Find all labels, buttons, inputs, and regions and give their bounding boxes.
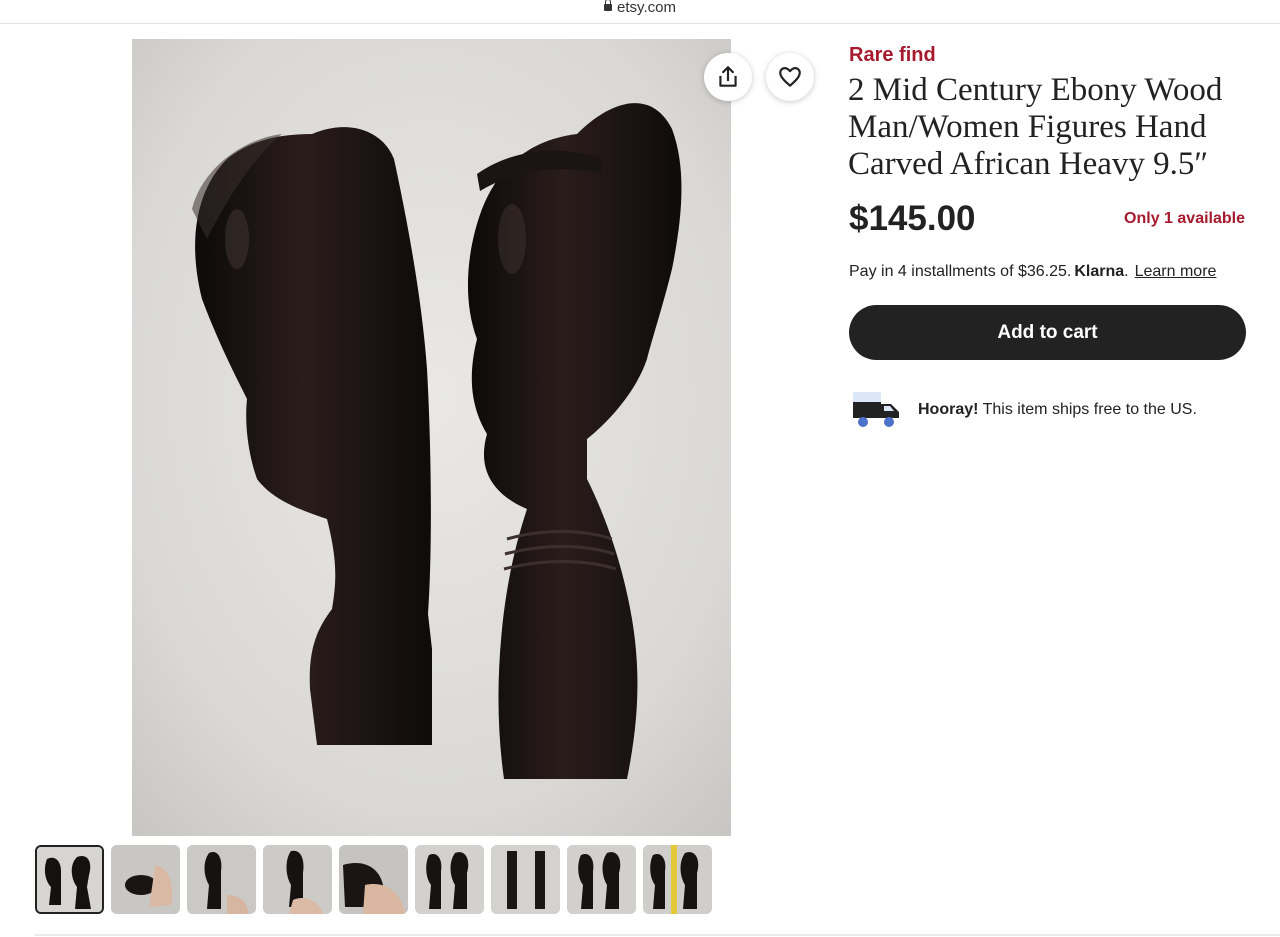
share-button[interactable] (704, 53, 752, 101)
browser-url-bar[interactable]: etsy.com (0, 0, 1280, 24)
truck-icon (853, 392, 899, 427)
main-product-image[interactable] (132, 39, 731, 836)
shipping-strong: Hooray! (918, 401, 979, 418)
installments-text: Pay in 4 installments of $36.25. (849, 263, 1072, 280)
rare-find-badge: Rare find (849, 44, 936, 66)
thumbnail-1[interactable] (35, 845, 104, 914)
thumbnail-9[interactable] (643, 845, 712, 914)
free-shipping-notice: Hooray! This item ships free to the US. (849, 388, 1197, 432)
share-icon (719, 66, 737, 87)
shipping-text: This item ships free to the US. (982, 401, 1197, 418)
thumbnail-5[interactable] (339, 845, 408, 914)
thumbnail-4[interactable] (263, 845, 332, 914)
klarna-logo: Klarna (1074, 263, 1125, 280)
thumbnail-7[interactable] (491, 845, 560, 914)
heart-icon (779, 67, 801, 87)
stock-status: Only 1 available (1124, 210, 1245, 227)
thumbnail-6[interactable] (415, 845, 484, 914)
price: $145.00 (849, 199, 976, 238)
lock-icon (604, 0, 613, 11)
favorite-button[interactable] (766, 53, 814, 101)
thumbnail-2[interactable] (111, 845, 180, 914)
listing-title: 2 Mid Century Ebony Wood Man/Women Figur… (848, 72, 1223, 182)
url-text: etsy.com (617, 0, 676, 16)
add-to-cart-button[interactable]: Add to cart (849, 305, 1246, 360)
thumbnail-8[interactable] (567, 845, 636, 914)
ebony-figures-photo (132, 39, 731, 836)
section-divider (35, 934, 1280, 936)
thumbnail-3[interactable] (187, 845, 256, 914)
url-display[interactable]: etsy.com (0, 0, 1280, 16)
learn-more-link[interactable]: Learn more (1135, 263, 1217, 280)
installments-info: Pay in 4 installments of $36.25. Klarna. L… (849, 263, 1216, 281)
klarna-period: . (1124, 263, 1129, 280)
